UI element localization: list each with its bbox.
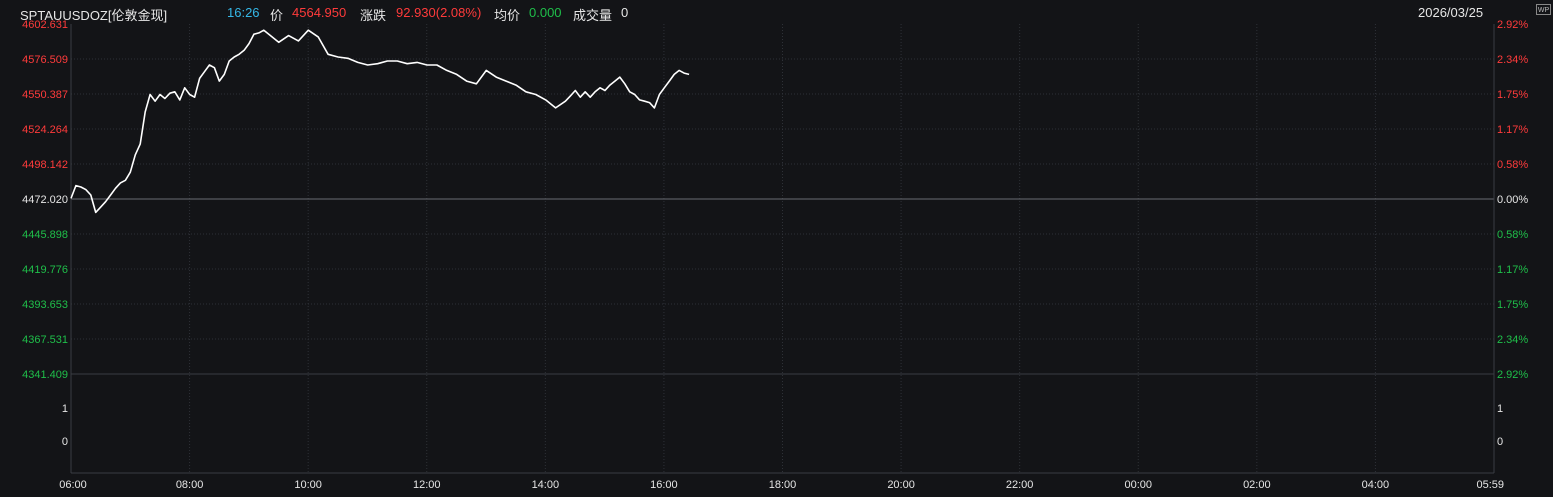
y-tick-label-left: 4498.142 (22, 159, 68, 171)
y-tick-label-left: 4445.898 (22, 229, 68, 241)
y-tick-label-right: 2.92% (1497, 19, 1528, 31)
y-tick-label-left: 4602.631 (22, 19, 68, 31)
y-tick-label-left: 4472.020 (22, 194, 68, 206)
x-tick-label: 20:00 (887, 479, 915, 491)
y-tick-label-left: 4419.776 (22, 264, 68, 276)
y-tick-label-right: 1.75% (1497, 299, 1528, 311)
y-tick-label-left: 4524.264 (22, 124, 68, 136)
volume-tick-label-left: 1 (62, 403, 68, 415)
x-tick-label: 06:00 (59, 479, 87, 491)
x-tick-label: 08:00 (176, 479, 204, 491)
x-tick-label: 00:00 (1124, 479, 1152, 491)
x-tick-label: 22:00 (1006, 479, 1034, 491)
x-tick-label: 02:00 (1243, 479, 1271, 491)
x-tick-label: 05:59 (1476, 479, 1504, 491)
y-tick-label-left: 4393.653 (22, 299, 68, 311)
y-tick-label-left: 4341.409 (22, 369, 68, 381)
y-tick-label-right: 2.34% (1497, 54, 1528, 66)
x-tick-label: 04:00 (1362, 479, 1390, 491)
y-tick-label-right: 1.17% (1497, 124, 1528, 136)
y-tick-label-right: 0.58% (1497, 229, 1528, 241)
x-tick-label: 18:00 (769, 479, 797, 491)
y-tick-label-right: 2.34% (1497, 334, 1528, 346)
price-line (70, 29, 690, 214)
y-tick-label-left: 4550.387 (22, 89, 68, 101)
intraday-chart[interactable]: 4602.631 2.92% 4576.509 2.34% 4550.387 1.75% 4… (0, 0, 1553, 497)
x-tick-label: 14:00 (532, 479, 560, 491)
y-tick-label-right: 1.75% (1497, 89, 1528, 101)
y-tick-label-right: 2.92% (1497, 369, 1528, 381)
volume-tick-label-left: 0 (62, 436, 68, 448)
y-tick-label-left: 4576.509 (22, 54, 68, 66)
volume-tick-label-right: 0 (1497, 436, 1503, 448)
y-tick-label-right: 1.17% (1497, 264, 1528, 276)
y-tick-label-left: 4367.531 (22, 334, 68, 346)
volume-tick-label-right: 1 (1497, 403, 1503, 415)
y-tick-label-right: 0.58% (1497, 159, 1528, 171)
y-tick-label-right: 0.00% (1497, 194, 1528, 206)
x-tick-label: 12:00 (413, 479, 441, 491)
x-tick-label: 16:00 (650, 479, 678, 491)
x-tick-label: 10:00 (294, 479, 322, 491)
